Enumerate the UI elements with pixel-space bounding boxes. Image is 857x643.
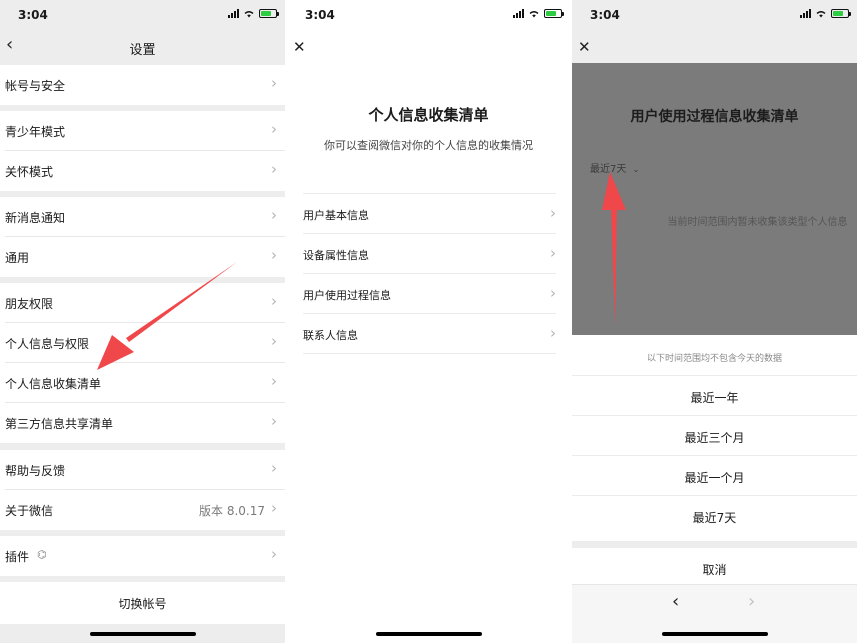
cancel-button[interactable]: 取消 [572, 548, 857, 584]
settings-item-teen-mode[interactable]: 青少年模式 › [0, 111, 285, 151]
page-title: 用户使用过程信息收集清单 [630, 109, 799, 125]
status-time: 3:04 [590, 8, 620, 22]
list-item-contacts-info[interactable]: 联系人信息 › [303, 313, 556, 353]
page-title: 设置 [129, 43, 156, 58]
settings-item-label: 个人信息收集清单 [5, 377, 102, 391]
signal-icon [800, 9, 811, 18]
back-icon[interactable]: ‹ [672, 591, 679, 612]
page-subtitle: 你可以查阅微信对你的个人信息的收集情况 [324, 139, 533, 152]
chevron-right-icon: › [271, 120, 277, 138]
close-icon[interactable]: ✕ [578, 38, 591, 56]
battery-icon [544, 9, 564, 18]
settings-item-label: 关于微信 [5, 504, 54, 518]
settings-item-about[interactable]: 关于微信 版本 8.0.17 › [0, 490, 285, 530]
settings-item-care-mode[interactable]: 关怀模式 › [0, 151, 285, 191]
settings-item-personal-info-permissions[interactable]: 个人信息与权限 › [0, 323, 285, 363]
status-icons [228, 9, 279, 18]
wifi-icon [529, 10, 539, 18]
chevron-right-icon: › [271, 372, 277, 390]
settings-item-label: 帮助与反馈 [5, 464, 66, 478]
chevron-down-icon: ⌄ [632, 165, 640, 174]
time-range-label: 最近7天 [590, 164, 627, 175]
forward-icon[interactable]: › [748, 591, 755, 612]
settings-item-label: 新消息通知 [5, 211, 66, 225]
chevron-right-icon: › [550, 284, 556, 302]
chevron-right-icon: › [271, 332, 277, 350]
page-title: 个人信息收集清单 [368, 106, 489, 124]
signal-icon [228, 9, 239, 18]
list-item-usage-info[interactable]: 用户使用过程信息 › [303, 273, 556, 313]
switch-account-button[interactable]: 切换帐号 [0, 582, 285, 624]
chevron-right-icon: › [271, 459, 277, 477]
home-indicator [89, 632, 196, 636]
close-icon[interactable]: ✕ [293, 38, 306, 56]
sheet-note: 以下时间范围均不包含今天的数据 [646, 354, 782, 364]
status-icons [800, 9, 851, 18]
settings-screen: 3:04 ‹ 设置 帐号与安全 › 青少年模式 › 关怀模式 › 新消息通知 ›… [0, 0, 285, 643]
settings-item-notifications[interactable]: 新消息通知 › [0, 197, 285, 237]
settings-item-label: 第三方信息共享清单 [5, 417, 114, 431]
settings-item-label: 帐号与安全 [5, 79, 66, 93]
chevron-right-icon: › [271, 160, 277, 178]
chevron-right-icon: › [271, 499, 277, 517]
home-indicator [375, 632, 482, 636]
status-bar: 3:04 [287, 0, 570, 30]
usage-info-screen: 3:04 ✕ 用户使用过程信息收集清单 最近7天 ⌄ 当前时间范围内暂未收集该类… [572, 0, 857, 643]
settings-item-plugins[interactable]: 插件 ⌬ › [0, 536, 285, 576]
settings-item-third-party-sharing[interactable]: 第三方信息共享清单 › [0, 403, 285, 443]
collection-list-screen: 3:04 ✕ 个人信息收集清单 你可以查阅微信对你的个人信息的收集情况 用户基本… [287, 0, 570, 643]
status-time: 3:04 [305, 8, 335, 22]
time-range-dropdown[interactable]: 最近7天 ⌄ [590, 160, 639, 175]
battery-icon [831, 9, 851, 18]
battery-icon [259, 9, 279, 18]
list-divider [303, 353, 556, 354]
status-bar: 3:04 [572, 0, 857, 30]
settings-item-friend-permissions[interactable]: 朋友权限 › [0, 283, 285, 323]
settings-item-general[interactable]: 通用 › [0, 237, 285, 277]
sheet-divider [572, 541, 857, 548]
chevron-right-icon: › [271, 412, 277, 430]
settings-item-label: 通用 [5, 251, 30, 265]
option-last-7-days[interactable]: 最近7天 [572, 495, 857, 535]
home-indicator [661, 632, 768, 636]
list-item-device-info[interactable]: 设备属性信息 › [303, 233, 556, 273]
list-item-label: 设备属性信息 [303, 249, 369, 262]
chevron-right-icon: › [271, 74, 277, 92]
settings-item-label: 青少年模式 [5, 125, 66, 139]
wifi-icon [244, 10, 254, 18]
status-icons [513, 9, 564, 18]
time-range-sheet: 以下时间范围均不包含今天的数据 最近一年 最近三个月 最近一个月 最近7天 取消… [572, 335, 857, 643]
version-value: 版本 8.0.17 [199, 504, 265, 518]
signal-icon [513, 9, 524, 18]
status-bar: 3:04 [0, 0, 285, 30]
list-item-basic-info[interactable]: 用户基本信息 › [303, 193, 556, 233]
dimmed-overlay[interactable]: 用户使用过程信息收集清单 最近7天 ⌄ 当前时间范围内暂未收集该类型个人信息 [572, 63, 857, 335]
settings-item-label: 朋友权限 [5, 297, 54, 311]
chevron-right-icon: › [271, 292, 277, 310]
option-last-year[interactable]: 最近一年 [572, 375, 857, 415]
chevron-right-icon: › [271, 206, 277, 224]
settings-item-label: 个人信息与权限 [5, 337, 90, 351]
settings-item-account-security[interactable]: 帐号与安全 › [0, 65, 285, 105]
chevron-right-icon: › [550, 244, 556, 262]
settings-item-label: 关怀模式 [5, 165, 54, 179]
settings-item-personal-info-collection[interactable]: 个人信息收集清单 › [0, 363, 285, 403]
list-item-label: 用户使用过程信息 [303, 289, 391, 302]
list-item-label: 联系人信息 [303, 329, 358, 342]
settings-item-help-feedback[interactable]: 帮助与反馈 › [0, 450, 285, 490]
list-item-label: 用户基本信息 [303, 209, 369, 222]
option-last-three-months[interactable]: 最近三个月 [572, 415, 857, 455]
chevron-right-icon: › [550, 324, 556, 342]
chevron-right-icon: › [550, 204, 556, 222]
chevron-right-icon: › [271, 246, 277, 264]
settings-item-label: 插件 [5, 550, 30, 564]
nav-bar: ‹ 设置 [0, 30, 285, 64]
wifi-icon [816, 10, 826, 18]
option-last-month[interactable]: 最近一个月 [572, 455, 857, 495]
chevron-right-icon: › [271, 545, 277, 563]
plugin-icon: ⌬ [37, 548, 47, 561]
empty-state-text: 当前时间范围内暂未收集该类型个人信息 [667, 217, 848, 228]
status-time: 3:04 [18, 8, 48, 22]
